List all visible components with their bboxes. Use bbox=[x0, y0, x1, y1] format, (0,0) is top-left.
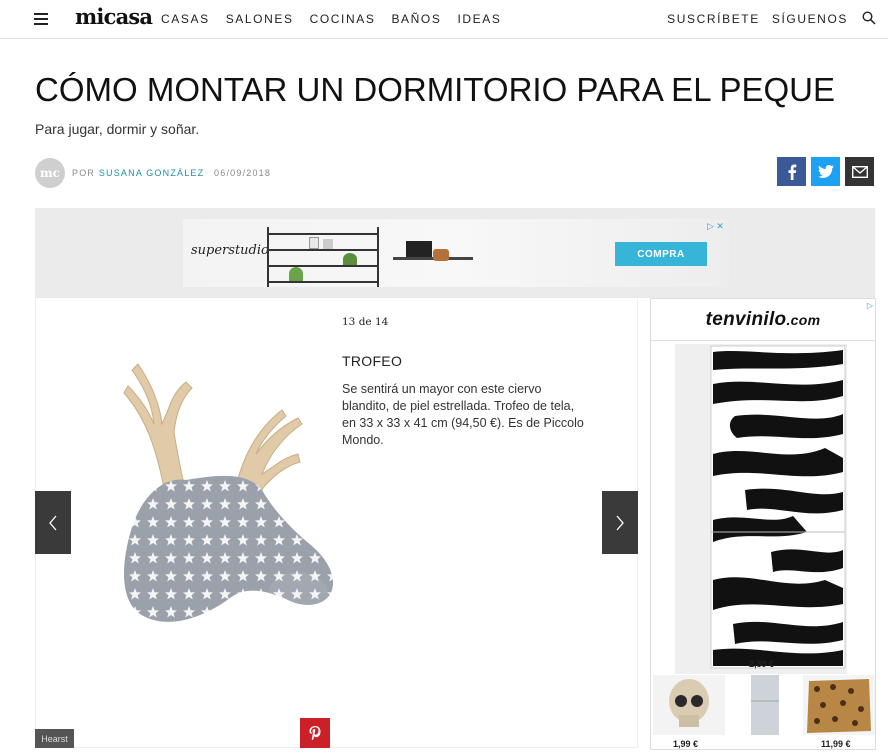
nav-item-cocinas[interactable]: COCINAS bbox=[310, 12, 376, 26]
article-subtitle: Para jugar, dormir y soñar. bbox=[35, 121, 200, 137]
photo-credit: Hearst bbox=[35, 729, 74, 748]
ad-monitor-image bbox=[406, 241, 432, 257]
top-navigation-bar: micasa CASAS SALONES COCINAS BAÑOS IDEAS… bbox=[0, 0, 888, 39]
subscribe-link[interactable]: SUSCRÍBETE bbox=[667, 12, 760, 26]
side-ad-brand: tenvinilo .com bbox=[651, 299, 875, 341]
article-title: CÓMO MONTAR UN DORMITORIO PARA EL PEQUE bbox=[35, 71, 836, 108]
author-link[interactable]: SUSANA GONZÁLEZ bbox=[99, 168, 205, 178]
share-facebook-button[interactable] bbox=[777, 157, 806, 186]
secondary-nav: SUSCRÍBETE SÍGUENOS bbox=[667, 12, 848, 26]
cushion-price: 11,99 € bbox=[821, 739, 851, 749]
previous-slide-button[interactable] bbox=[35, 491, 71, 554]
site-logo[interactable]: micasa bbox=[75, 4, 153, 29]
facebook-icon bbox=[788, 164, 796, 180]
nav-item-salones[interactable]: SALONES bbox=[226, 12, 294, 26]
follow-us-link[interactable]: SÍGUENOS bbox=[772, 12, 848, 26]
deer-trophy-image bbox=[123, 363, 334, 622]
skull-product-image[interactable] bbox=[653, 675, 725, 735]
chevron-right-icon bbox=[616, 515, 624, 530]
chevron-left-icon bbox=[49, 515, 57, 530]
slide-description: Se sentirá un mayor con este ciervo blan… bbox=[342, 382, 584, 447]
publish-date: 06/09/2018 bbox=[214, 168, 272, 178]
side-ad-brand-suffix: .com bbox=[786, 311, 821, 328]
ad-buy-button[interactable]: COMPRA bbox=[615, 242, 707, 266]
side-ad-brand-name: tenvinilo bbox=[705, 308, 787, 330]
share-email-button[interactable] bbox=[845, 157, 874, 186]
twitter-icon bbox=[817, 165, 834, 178]
skull-price: 1,99 € bbox=[673, 739, 699, 749]
nav-item-banos[interactable]: BAÑOS bbox=[391, 12, 441, 26]
slide-title: TROFEO bbox=[342, 353, 403, 369]
nav-item-casas[interactable]: CASAS bbox=[161, 12, 210, 26]
slide-counter: 13 de 14 bbox=[342, 316, 389, 328]
ad-banner[interactable]: superstudio COMPRA ▷ ✕ bbox=[183, 219, 729, 287]
email-icon bbox=[851, 165, 868, 178]
ad-banner-area: superstudio COMPRA ▷ ✕ bbox=[35, 208, 875, 298]
adchoices-icon[interactable]: ▷ ✕ bbox=[707, 221, 724, 232]
side-ad-main-price: 2,39 € bbox=[749, 659, 775, 669]
side-adchoices-icon[interactable]: ▷ bbox=[867, 301, 873, 310]
author-avatar: mc bbox=[35, 158, 65, 188]
byline-prefix: POR bbox=[72, 168, 96, 178]
next-slide-button[interactable] bbox=[602, 491, 638, 554]
nav-item-ideas[interactable]: IDEAS bbox=[457, 12, 501, 26]
leopard-cushion-product-image[interactable] bbox=[803, 675, 875, 735]
share-twitter-button[interactable] bbox=[811, 157, 840, 186]
photo-gallery bbox=[35, 298, 638, 748]
pinterest-button[interactable] bbox=[300, 718, 330, 748]
menu-icon[interactable] bbox=[34, 13, 48, 25]
main-nav: CASAS SALONES COCINAS BAÑOS IDEAS bbox=[161, 12, 501, 26]
ad-brand: superstudio bbox=[191, 243, 269, 258]
search-icon[interactable] bbox=[862, 11, 876, 25]
zebra-fridge-image bbox=[675, 344, 847, 674]
pinterest-icon bbox=[309, 726, 321, 740]
side-ad[interactable]: tenvinilo .com ▷ 2,39 € 1,99 € 11,99 € bbox=[650, 298, 876, 750]
fridge-product-image[interactable] bbox=[737, 675, 793, 735]
ad-shelf-image bbox=[267, 227, 379, 287]
byline: POR SUSANA GONZÁLEZ 06/09/2018 bbox=[72, 168, 271, 178]
